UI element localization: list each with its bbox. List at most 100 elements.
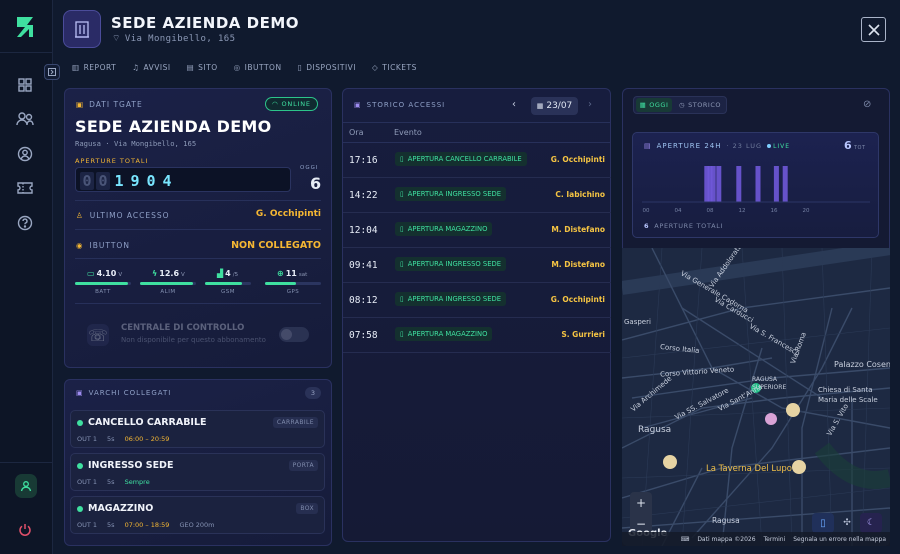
map-view-button[interactable]: ▯	[812, 513, 834, 533]
satellite-icon: ✣	[843, 518, 851, 528]
restaurant-marker[interactable]	[663, 455, 677, 469]
ibutton-value: NON COLLEGATO	[231, 240, 321, 251]
total-unit: TOT	[854, 145, 866, 151]
dashboard-icon[interactable]	[13, 73, 37, 97]
door-icon: ▯	[400, 330, 404, 338]
today-value: 6	[310, 174, 322, 193]
row-time: 09:41	[349, 260, 378, 271]
tab-bar: ▥ REPORT ♫ AVVISI ▤ SITO ◎ IBUTTON ▯ DISPOSIT…	[72, 63, 417, 72]
last-access-value: G. Occhipinti	[255, 209, 321, 219]
history-icon: ▣	[354, 101, 362, 109]
battery-icon: ▭	[87, 269, 95, 278]
chart-header: ▤ APERTURE 24H · 23 LUG LIVE	[644, 142, 791, 150]
openings-counter: 001904	[75, 167, 291, 192]
report-error-link[interactable]: Segnala un errore nella mappa	[793, 536, 886, 543]
user-icon	[20, 481, 32, 492]
close-button[interactable]	[861, 17, 886, 42]
users-icon[interactable]	[13, 107, 37, 131]
gate-type-tag: PORTA	[288, 460, 318, 471]
app-logo[interactable]	[14, 14, 40, 40]
signal-icon: ▟	[217, 269, 224, 278]
metric-meter	[140, 282, 196, 285]
ticket-icon[interactable]	[13, 176, 37, 200]
restaurant-marker[interactable]	[792, 460, 806, 474]
phone-icon: ☏	[87, 324, 109, 346]
history-row[interactable]: 14:22 ▯ APERTURA INGRESSO SEDE C. Iabichino	[343, 178, 611, 213]
tab-avvisi[interactable]: ♫ AVVISI	[132, 63, 170, 72]
location-pin-icon: ⌔	[112, 34, 121, 44]
metric-meter	[205, 282, 251, 285]
activity-bar	[710, 166, 716, 202]
row-user: G. Occhipinti	[550, 155, 605, 164]
metric-value: ▭ 4.10 V	[87, 269, 123, 278]
gps-icon: ⊕	[277, 269, 284, 278]
history-row[interactable]: 09:41 ▯ APERTURA INGRESSO SEDE M. Distefano	[343, 248, 611, 283]
x-tick-label: 08	[707, 208, 714, 214]
history-row[interactable]: 12:04 ▯ APERTURA MAGAZZINO M. Distefano	[343, 213, 611, 248]
dark-mode-button[interactable]: ☾	[860, 513, 882, 533]
metric-value: ▟ 4/5	[217, 269, 239, 278]
toggle-history[interactable]: ◷ STORICO	[677, 98, 723, 112]
row-time: 14:22	[349, 190, 378, 201]
tab-report[interactable]: ▥ REPORT	[72, 63, 116, 72]
tab-ibutton[interactable]: ◎ IBUTTON	[234, 63, 282, 72]
history-row[interactable]: 17:16 ▯ APERTURA CANCELLO CARRABILE G. Occh…	[343, 143, 611, 178]
account-icon[interactable]	[13, 142, 37, 166]
history-row[interactable]: 07:58 ▯ APERTURA MAGAZZINO S. Gurrieri	[343, 318, 611, 353]
row-time: 08:12	[349, 295, 378, 306]
power-icon[interactable]	[13, 518, 37, 542]
bell-icon: ♫	[132, 63, 140, 72]
site-building-icon	[63, 10, 101, 48]
clock-icon: ◷	[679, 101, 686, 109]
shopping-marker[interactable]	[765, 413, 777, 425]
control-toggle	[279, 327, 309, 342]
tab-tickets[interactable]: ◇ TICKETS	[372, 63, 417, 72]
row-time: 12:04	[349, 225, 378, 236]
help-icon[interactable]	[13, 211, 37, 235]
gate-item[interactable]: INGRESSO SEDE PORTA OUT 1 5s Sempre	[70, 453, 325, 491]
link-icon: ▣	[76, 389, 84, 397]
row-event: ▯ APERTURA INGRESSO SEDE	[395, 187, 507, 201]
counter-digit: 9	[130, 172, 140, 190]
metric-label: GSM	[221, 289, 235, 295]
calendar-icon: ▦	[536, 102, 544, 110]
building-icon: ▤	[186, 63, 195, 72]
col-time-header: Ora	[349, 128, 364, 137]
control-center-disabled: ☏ CENTRALE DI CONTROLLO Non disponibile …	[73, 314, 321, 356]
date-picker[interactable]: ▦ 23/07	[531, 97, 578, 115]
map[interactable]: Via Addolorata Via Generale Cadorna Via …	[622, 248, 890, 546]
tab-dispositivi[interactable]: ▯ DISPOSITIVI	[298, 63, 356, 72]
activity-bar	[716, 166, 722, 202]
terms-link[interactable]: Termini	[764, 536, 786, 543]
profile-button[interactable]	[15, 474, 37, 498]
openings-label: APERTURE TOTALI	[75, 157, 149, 165]
keyboard-icon[interactable]: ⌨	[681, 536, 690, 543]
gate-item[interactable]: CANCELLO CARRABILE CARRABILE OUT 1 5s 06:00 …	[70, 410, 325, 448]
row-event: ▯ APERTURA MAGAZZINO	[395, 327, 493, 341]
history-row[interactable]: 08:12 ▯ APERTURA INGRESSO SEDE G. Occhipint…	[343, 283, 611, 318]
satellite-view-button[interactable]: ✣	[836, 513, 858, 533]
gate-status-dot	[77, 506, 83, 512]
chart-footer: 6 APERTURE TOTALI	[644, 222, 724, 230]
restaurant-marker[interactable]	[786, 403, 800, 417]
row-user: G. Occhipinti	[550, 295, 605, 304]
row-time: 07:58	[349, 330, 378, 341]
wifi-icon: ◠	[272, 100, 279, 108]
prev-day-button[interactable]: ‹	[512, 99, 516, 110]
zoom-in-button[interactable]: +	[630, 492, 652, 514]
next-day-button[interactable]: ›	[588, 99, 592, 110]
close-icon	[867, 23, 880, 36]
metric-meter	[265, 282, 321, 285]
eye-off-icon[interactable]: ⊘	[863, 99, 871, 110]
ibutton-icon: ◎	[233, 63, 241, 72]
toggle-today[interactable]: ▦ OGGI	[636, 98, 672, 112]
x-tick-label: 20	[803, 208, 810, 214]
status-badge: ◠ ONLINE	[265, 97, 318, 111]
sidebar	[0, 0, 53, 554]
device-name: SEDE AZIENDA DEMO	[75, 117, 272, 136]
tab-sito[interactable]: ▤ SITO	[187, 63, 218, 72]
map-icon: ▯	[820, 517, 826, 529]
gate-item[interactable]: MAGAZZINO BOX OUT 1 5s 07:00 – 18:59 GEO 200m	[70, 496, 325, 534]
collapse-sidebar-icon[interactable]	[44, 64, 60, 80]
building-small-icon: ▤	[644, 142, 652, 150]
